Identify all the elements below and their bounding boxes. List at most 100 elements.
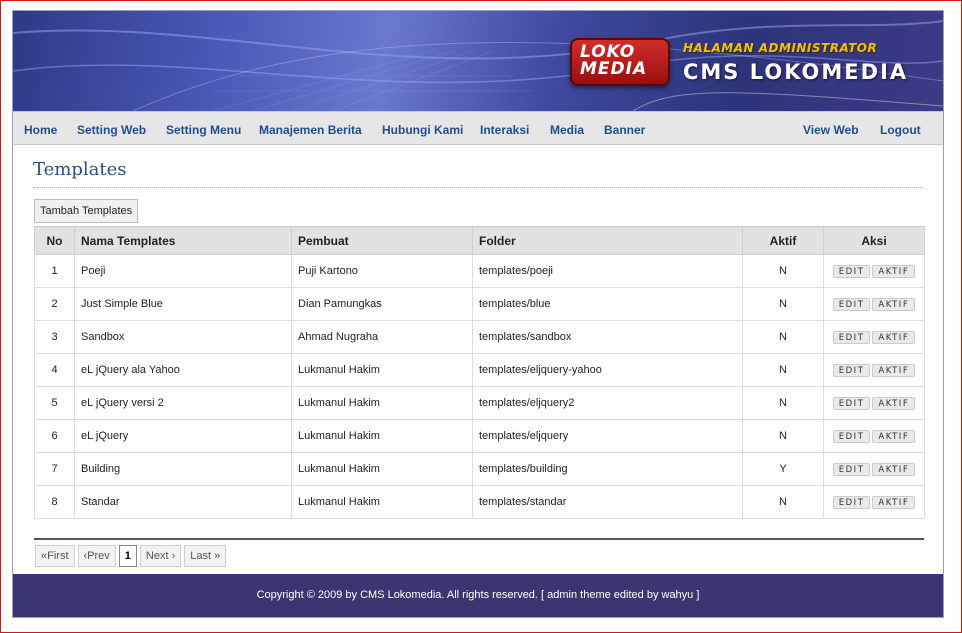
footer-copyright: Copyright © 2009 by CMS Lokomedia. All r… — [256, 589, 700, 601]
edit-button[interactable]: EDIT — [832, 429, 871, 443]
cell-nama: Standar — [74, 485, 292, 519]
table-header-row: No Nama Templates Pembuat Folder Aktif A… — [34, 226, 925, 255]
cell-folder: templates/eljquery-yahoo — [472, 353, 743, 387]
pager-current-page[interactable]: 1 — [118, 545, 137, 567]
col-header-pembuat: Pembuat — [291, 226, 473, 255]
cell-nama: Just Simple Blue — [74, 287, 292, 321]
cell-pembuat: Lukmanul Hakim — [291, 353, 473, 387]
nav-view-web[interactable]: View Web — [803, 123, 859, 137]
table-row: 4 eL jQuery ala Yahoo Lukmanul Hakim tem… — [34, 353, 925, 387]
lokomedia-logo: LOKO MEDIA — [570, 38, 670, 86]
add-template-button[interactable]: Tambah Templates — [34, 199, 139, 223]
cell-folder: templates/poeji — [472, 254, 743, 288]
header-banner: LOKO MEDIA HALAMAN ADMINISTRATOR CMS LOK… — [13, 11, 943, 111]
cell-aksi: EDIT AKTIF — [823, 419, 925, 453]
cell-aktif: N — [742, 287, 824, 321]
pager-prev[interactable]: ‹Prev — [77, 545, 116, 567]
activate-button[interactable]: AKTIF — [872, 429, 916, 443]
edit-button[interactable]: EDIT — [832, 264, 871, 278]
pagination: «First ‹Prev 1 Next › Last » — [35, 545, 227, 569]
cell-no: 5 — [34, 386, 75, 420]
cell-folder: templates/eljquery — [472, 419, 743, 453]
activate-button[interactable]: AKTIF — [872, 330, 916, 344]
cell-pembuat: Dian Pamungkas — [291, 287, 473, 321]
nav-home[interactable]: Home — [24, 123, 57, 137]
cell-aktif: N — [742, 353, 824, 387]
cell-nama: eL jQuery — [74, 419, 292, 453]
table-row: 6 eL jQuery Lukmanul Hakim templates/elj… — [34, 419, 925, 453]
cell-folder: templates/eljquery2 — [472, 386, 743, 420]
header-subtitle: HALAMAN ADMINISTRATOR — [683, 41, 878, 55]
activate-button[interactable]: AKTIF — [872, 264, 916, 278]
cell-nama: Sandbox — [74, 320, 292, 354]
nav-setting-menu[interactable]: Setting Menu — [166, 123, 241, 137]
cell-aksi: EDIT AKTIF — [823, 485, 925, 519]
cell-aksi: EDIT AKTIF — [823, 287, 925, 321]
activate-button[interactable]: AKTIF — [872, 396, 916, 410]
nav-hubungi-kami[interactable]: Hubungi Kami — [382, 123, 463, 137]
cell-no: 3 — [34, 320, 75, 354]
activate-button[interactable]: AKTIF — [872, 462, 916, 476]
cell-folder: templates/building — [472, 452, 743, 486]
admin-window: LOKO MEDIA HALAMAN ADMINISTRATOR CMS LOK… — [12, 10, 944, 618]
cell-nama: Poeji — [74, 254, 292, 288]
edit-button[interactable]: EDIT — [832, 462, 871, 476]
footer: Copyright © 2009 by CMS Lokomedia. All r… — [13, 574, 943, 617]
col-header-no: No — [34, 226, 75, 255]
table-row: 1 Poeji Puji Kartono templates/poeji N E… — [34, 254, 925, 288]
edit-button[interactable]: EDIT — [832, 297, 871, 311]
nav-setting-web[interactable]: Setting Web — [77, 123, 146, 137]
templates-table: No Nama Templates Pembuat Folder Aktif A… — [34, 226, 925, 519]
cell-no: 4 — [34, 353, 75, 387]
table-row: 3 Sandbox Ahmad Nugraha templates/sandbo… — [34, 320, 925, 354]
col-header-folder: Folder — [472, 226, 743, 255]
activate-button[interactable]: AKTIF — [872, 297, 916, 311]
edit-button[interactable]: EDIT — [832, 396, 871, 410]
cell-folder: templates/sandbox — [472, 320, 743, 354]
page-title: Templates — [33, 159, 127, 180]
cell-pembuat: Lukmanul Hakim — [291, 419, 473, 453]
activate-button[interactable]: AKTIF — [872, 495, 916, 509]
pager-last[interactable]: Last » — [184, 545, 227, 567]
cell-aksi: EDIT AKTIF — [823, 452, 925, 486]
main-nav: Home Setting Web Setting Menu Manajemen … — [13, 111, 943, 145]
cell-aktif: N — [742, 386, 824, 420]
cell-aksi: EDIT AKTIF — [823, 386, 925, 420]
activate-button[interactable]: AKTIF — [872, 363, 916, 377]
cell-no: 2 — [34, 287, 75, 321]
cell-no: 8 — [34, 485, 75, 519]
cell-pembuat: Lukmanul Hakim — [291, 386, 473, 420]
table-row: 7 Building Lukmanul Hakim templates/buil… — [34, 452, 925, 486]
cell-nama: Building — [74, 452, 292, 486]
edit-button[interactable]: EDIT — [832, 495, 871, 509]
pager-next[interactable]: Next › — [139, 545, 182, 567]
title-divider — [33, 187, 923, 188]
nav-media[interactable]: Media — [550, 123, 584, 137]
table-row: 2 Just Simple Blue Dian Pamungkas templa… — [34, 287, 925, 321]
nav-manajemen-berita[interactable]: Manajemen Berita — [259, 123, 362, 137]
cell-pembuat: Puji Kartono — [291, 254, 473, 288]
logo-line-2: MEDIA — [580, 59, 648, 79]
nav-logout[interactable]: Logout — [880, 123, 921, 137]
cell-pembuat: Lukmanul Hakim — [291, 452, 473, 486]
col-header-aksi: Aksi — [823, 226, 925, 255]
nav-interaksi[interactable]: Interaksi — [480, 123, 529, 137]
edit-button[interactable]: EDIT — [832, 330, 871, 344]
cell-aksi: EDIT AKTIF — [823, 353, 925, 387]
edit-button[interactable]: EDIT — [832, 363, 871, 377]
cell-pembuat: Lukmanul Hakim — [291, 485, 473, 519]
cell-aktif: Y — [742, 452, 824, 486]
table-row: 8 Standar Lukmanul Hakim templates/stand… — [34, 485, 925, 519]
pager-first[interactable]: «First — [35, 545, 75, 567]
cell-nama: eL jQuery ala Yahoo — [74, 353, 292, 387]
cell-aktif: N — [742, 320, 824, 354]
cell-pembuat: Ahmad Nugraha — [291, 320, 473, 354]
cell-aktif: N — [742, 254, 824, 288]
cell-no: 7 — [34, 452, 75, 486]
cell-aktif: N — [742, 485, 824, 519]
header-title: CMS LOKOMEDIA — [683, 60, 909, 84]
cell-no: 1 — [34, 254, 75, 288]
cell-aktif: N — [742, 419, 824, 453]
cell-nama: eL jQuery versi 2 — [74, 386, 292, 420]
nav-banner[interactable]: Banner — [604, 123, 645, 137]
